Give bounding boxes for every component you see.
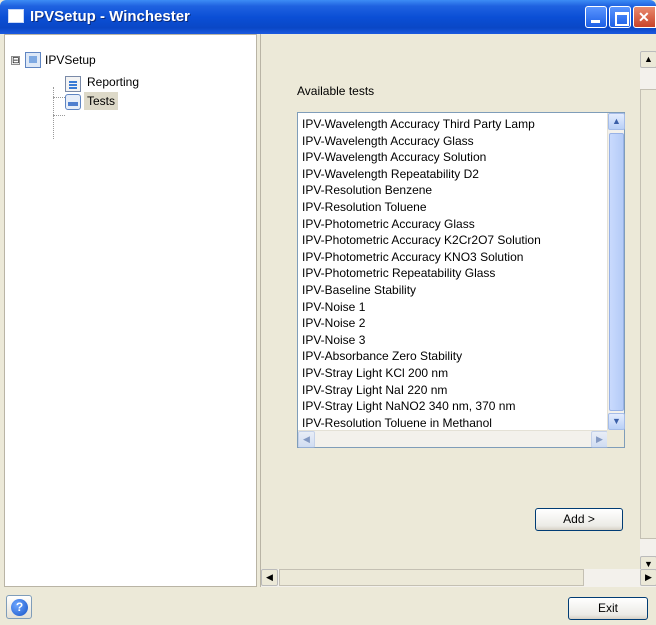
list-item[interactable]: IPV-Wavelength Repeatability D2 bbox=[302, 166, 602, 183]
footer-bar: ? Exit bbox=[0, 587, 656, 625]
exit-button[interactable]: Exit bbox=[568, 597, 648, 620]
scroll-left-icon[interactable]: ◀ bbox=[261, 569, 278, 586]
tree-item-label: IPVSetup bbox=[45, 53, 96, 67]
list-item[interactable]: IPV-Stray Light KCl 200 nm bbox=[302, 365, 602, 382]
tests-icon bbox=[65, 94, 81, 110]
list-item[interactable]: IPV-Photometric Accuracy KNO3 Solution bbox=[302, 249, 602, 266]
ipvsetup-window: IPVSetup - Winchester ⊟ IPVSetup Reporti… bbox=[0, 0, 656, 625]
close-button[interactable] bbox=[633, 6, 656, 28]
tests-panel: Available tests IPV-Wavelength Accuracy … bbox=[260, 34, 656, 587]
tree-item-label: Reporting bbox=[87, 75, 140, 89]
list-item[interactable]: IPV-Noise 2 bbox=[302, 315, 602, 332]
list-item[interactable]: IPV-Photometric Accuracy K2Cr2O7 Solutio… bbox=[302, 232, 602, 249]
panel-horizontal-scrollbar[interactable]: ◀ ▶ bbox=[261, 569, 656, 587]
setup-folder-icon bbox=[25, 52, 41, 68]
help-button[interactable]: ? bbox=[6, 595, 32, 619]
available-tests-list[interactable]: IPV-Wavelength Accuracy Third Party Lamp… bbox=[297, 112, 625, 448]
scroll-down-icon[interactable]: ▼ bbox=[608, 413, 625, 430]
list-item[interactable]: IPV-Photometric Accuracy Glass bbox=[302, 216, 602, 233]
collapse-icon[interactable]: ⊟ bbox=[11, 56, 20, 65]
list-item[interactable]: IPV-Photometric Repeatability Glass bbox=[302, 265, 602, 282]
scrollbar-corner bbox=[607, 430, 624, 447]
list-item[interactable]: IPV-Wavelength Accuracy Third Party Lamp bbox=[302, 116, 602, 133]
navigation-tree: ⊟ IPVSetup Reporting Tests bbox=[4, 34, 257, 587]
list-item[interactable]: IPV-Stray Light NaNO2 340 nm, 370 nm bbox=[302, 398, 602, 415]
minimize-button[interactable] bbox=[585, 6, 607, 28]
title-bar[interactable]: IPVSetup - Winchester bbox=[0, 0, 656, 34]
scroll-left-icon[interactable]: ◀ bbox=[298, 431, 315, 448]
scroll-right-icon[interactable]: ▶ bbox=[640, 569, 656, 586]
help-icon: ? bbox=[11, 599, 28, 616]
tree-item-tests[interactable]: Tests bbox=[5, 91, 255, 110]
panel-vertical-scrollbar[interactable]: ▲ ▼ bbox=[640, 51, 656, 573]
report-icon bbox=[65, 76, 81, 92]
list-item[interactable]: IPV-Resolution Toluene bbox=[302, 199, 602, 216]
scroll-thumb[interactable] bbox=[279, 569, 584, 586]
scroll-thumb[interactable] bbox=[609, 133, 624, 411]
scroll-up-icon[interactable]: ▲ bbox=[608, 113, 625, 130]
tree-item-ipvsetup[interactable]: ⊟ IPVSetup bbox=[5, 51, 255, 69]
scroll-thumb[interactable] bbox=[640, 89, 656, 539]
list-item[interactable]: IPV-Noise 1 bbox=[302, 299, 602, 316]
list-item[interactable]: IPV-Absorbance Zero Stability bbox=[302, 348, 602, 365]
list-item[interactable]: IPV-Wavelength Accuracy Glass bbox=[302, 133, 602, 150]
list-item[interactable]: IPV-Baseline Stability bbox=[302, 282, 602, 299]
add-button[interactable]: Add > bbox=[535, 508, 623, 531]
window-title: IPVSetup - Winchester bbox=[30, 8, 190, 25]
tree-item-reporting[interactable]: Reporting bbox=[5, 73, 255, 92]
tree-item-label: Tests bbox=[84, 92, 119, 110]
list-item[interactable]: IPV-Wavelength Accuracy Solution bbox=[302, 149, 602, 166]
list-vertical-scrollbar[interactable]: ▲ ▼ bbox=[607, 113, 625, 430]
app-window-icon bbox=[8, 9, 24, 23]
list-item[interactable]: IPV-Noise 3 bbox=[302, 332, 602, 349]
tree-connector bbox=[53, 115, 65, 116]
available-tests-label: Available tests bbox=[297, 84, 375, 98]
list-item[interactable]: IPV-Resolution Benzene bbox=[302, 182, 602, 199]
list-item[interactable]: IPV-Resolution Toluene in Methanol bbox=[302, 415, 602, 428]
scroll-right-icon[interactable]: ▶ bbox=[591, 431, 608, 448]
list-item[interactable]: IPV-Stray Light NaI 220 nm bbox=[302, 382, 602, 399]
scroll-up-icon[interactable]: ▲ bbox=[640, 51, 656, 68]
maximize-button[interactable] bbox=[609, 6, 631, 28]
list-items: IPV-Wavelength Accuracy Third Party Lamp… bbox=[302, 116, 602, 428]
list-horizontal-scrollbar[interactable]: ◀ ▶ bbox=[298, 430, 608, 448]
